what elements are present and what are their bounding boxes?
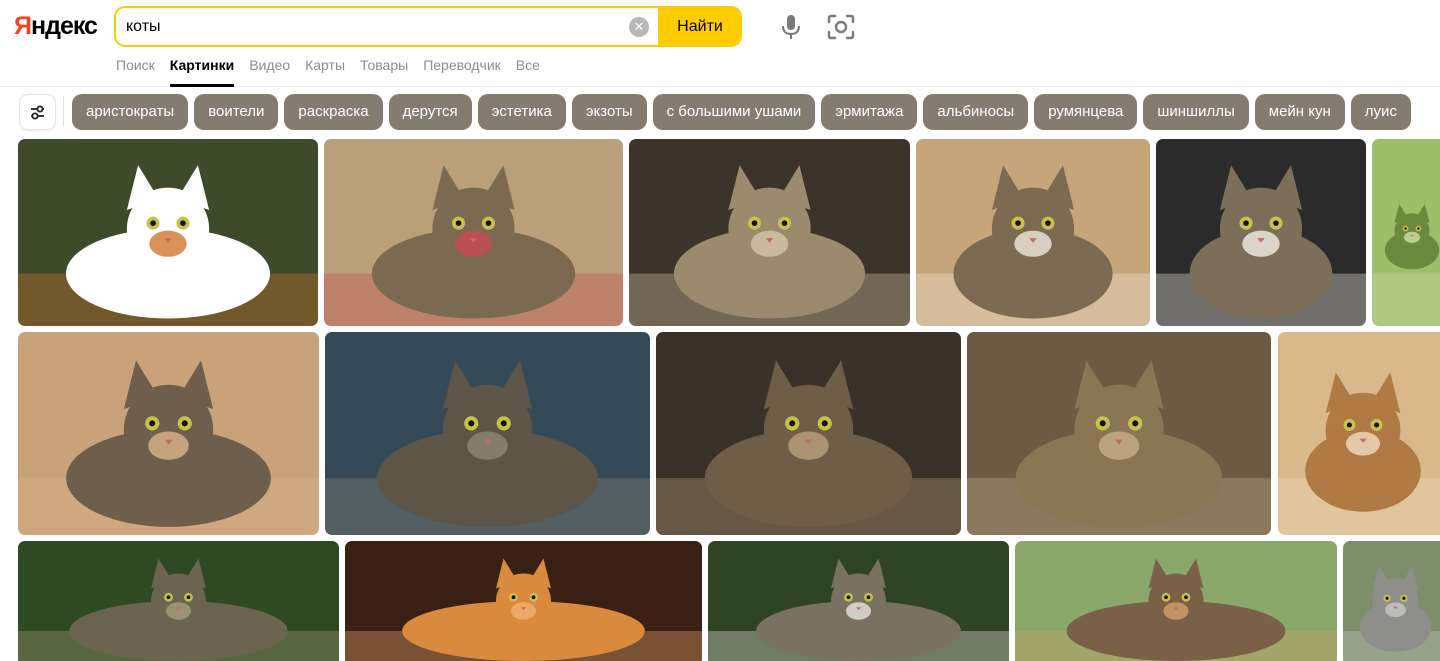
image-result[interactable] [345, 541, 702, 661]
sliders-icon [31, 105, 44, 120]
search-submit-button[interactable]: Найти [658, 8, 740, 45]
cat-photo-icon [629, 139, 910, 326]
image-result[interactable] [1156, 139, 1366, 326]
tab-5[interactable]: Переводчик [423, 56, 501, 86]
image-result[interactable] [1372, 139, 1440, 326]
yandex-logo[interactable]: Яндекс [14, 12, 98, 41]
image-result[interactable] [18, 139, 318, 326]
search-input[interactable] [116, 8, 660, 45]
filter-divider [63, 96, 64, 126]
cat-photo-icon [18, 541, 339, 661]
tab-4[interactable]: Товары [360, 56, 408, 86]
related-query-chip[interactable]: с большими ушами [652, 94, 816, 130]
filters-button[interactable] [19, 94, 56, 130]
search-tabs: Поиск Картинки Видео Карты Товары Переводчик В… [116, 56, 540, 87]
image-result[interactable] [916, 139, 1150, 326]
image-result[interactable] [18, 332, 319, 535]
cat-photo-icon [967, 332, 1271, 535]
tab-3[interactable]: Карты [305, 56, 345, 86]
logo-initial: Я [14, 12, 32, 40]
image-result[interactable] [325, 332, 650, 535]
cat-photo-icon [1156, 139, 1366, 326]
related-queries: аристократы воители раскраска дерутся эстети… [72, 94, 1411, 130]
related-query-chip[interactable]: дерутся [388, 94, 472, 130]
cat-photo-icon [18, 332, 319, 535]
related-query-chip[interactable]: луис [1350, 94, 1411, 130]
tab-1[interactable]: Картинки [169, 56, 235, 87]
close-icon: ✕ [633, 19, 645, 34]
cat-photo-icon [325, 332, 650, 535]
camera-lens-icon [827, 14, 855, 40]
image-result[interactable] [1015, 541, 1337, 661]
image-result[interactable] [1343, 541, 1440, 661]
related-query-chip[interactable]: эстетика [477, 94, 566, 130]
image-result[interactable] [324, 139, 623, 326]
related-query-chip[interactable]: румянцева [1034, 94, 1138, 130]
search-bar: ✕ Найти [114, 6, 742, 47]
logo-rest: ндекс [30, 12, 98, 40]
related-query-chip[interactable]: экзоты [571, 94, 647, 130]
cat-photo-icon [1015, 541, 1337, 661]
clear-search-button[interactable]: ✕ [629, 17, 649, 37]
tab-0[interactable]: Поиск [116, 56, 155, 86]
related-query-chip[interactable]: эрмитажа [821, 94, 918, 130]
microphone-icon [782, 15, 800, 39]
cat-photo-icon [916, 139, 1150, 326]
image-result[interactable] [1278, 332, 1440, 535]
image-result[interactable] [18, 541, 339, 661]
cat-photo-icon [708, 541, 1009, 661]
tab-2[interactable]: Видео [249, 56, 290, 86]
voice-search-button[interactable] [778, 13, 804, 41]
related-query-chip[interactable]: воители [194, 94, 279, 130]
image-result[interactable] [967, 332, 1271, 535]
cat-photo-icon [18, 139, 318, 326]
related-query-chip[interactable]: шиншиллы [1143, 94, 1249, 130]
image-result[interactable] [708, 541, 1009, 661]
image-search-button[interactable] [826, 13, 856, 41]
filter-bar: аристократы воители раскраска дерутся эстети… [0, 88, 1440, 134]
related-query-chip[interactable]: аристократы [72, 94, 189, 130]
cat-photo-icon [345, 541, 702, 661]
related-query-chip[interactable]: мейн кун [1254, 94, 1345, 130]
cat-photo-icon [656, 332, 961, 535]
cat-photo-icon [1343, 541, 1440, 661]
related-query-chip[interactable]: раскраска [284, 94, 383, 130]
image-result[interactable] [629, 139, 910, 326]
cat-photo-icon [324, 139, 623, 326]
related-query-chip[interactable]: альбиносы [923, 94, 1029, 130]
image-result[interactable] [656, 332, 961, 535]
tab-6[interactable]: Все [516, 56, 540, 86]
header: Яндекс ✕ Найти Поиск Картинки Видео Карты То… [0, 0, 1440, 87]
cat-photo-icon [1372, 139, 1440, 326]
cat-photo-icon [1278, 332, 1440, 535]
